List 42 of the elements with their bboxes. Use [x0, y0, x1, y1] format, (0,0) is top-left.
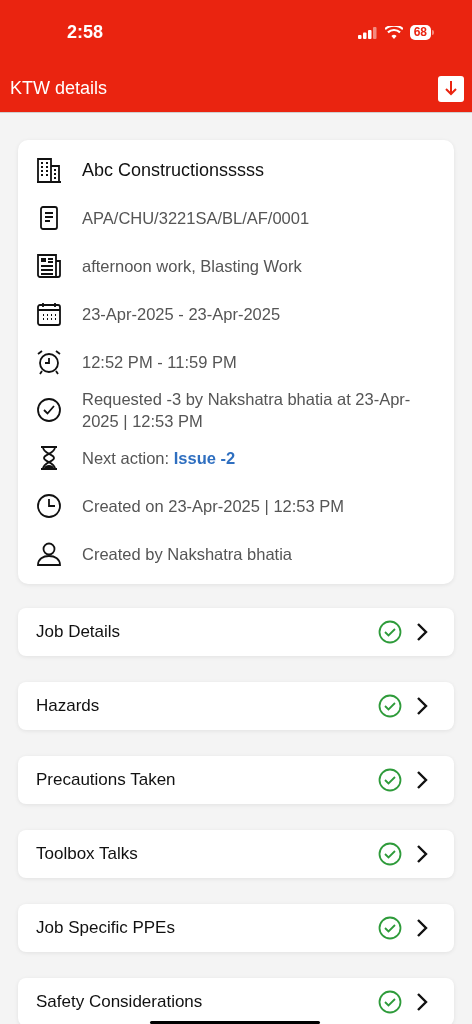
- chevron-right-icon: [416, 918, 428, 938]
- calendar-icon: [36, 301, 62, 327]
- alarm-clock-icon: [36, 349, 62, 375]
- section-row[interactable]: Hazards: [18, 682, 454, 730]
- section-label: Safety Considerations: [36, 991, 203, 1014]
- next-action-link[interactable]: Issue -2: [173, 449, 236, 467]
- download-icon: [444, 80, 458, 97]
- section-label: Job Specific PPEs: [36, 917, 175, 940]
- section-row[interactable]: Job Specific PPEs: [18, 904, 454, 952]
- detail-text: 12:52 PM - 11:59 PM: [82, 352, 237, 373]
- chevron-right-icon: [416, 844, 428, 864]
- detail-text: Next action: Issue -2: [82, 448, 236, 469]
- status-time: 2:58: [67, 21, 104, 44]
- section-label: Hazards: [36, 695, 100, 718]
- chevron-right-icon: [416, 696, 428, 716]
- check-circle-icon: [36, 397, 62, 423]
- section-row[interactable]: Toolbox Talks: [18, 830, 454, 878]
- detail-text: APA/CHU/3221SA/BL/AF/0001: [82, 208, 310, 229]
- section-label: Job Details: [36, 621, 121, 644]
- detail-text: Requested -3 by Nakshatra bhatia at 23-Apr-2025 | 12:53 PM: [82, 389, 412, 432]
- battery-icon: 68: [409, 25, 434, 40]
- section-label: Toolbox Talks: [36, 843, 138, 866]
- section-row[interactable]: Job Details: [18, 608, 454, 656]
- detail-text: afternoon work, Blasting Work: [82, 256, 302, 277]
- screen-title: KTW details: [10, 77, 108, 100]
- section-label: Precautions Taken: [36, 769, 176, 792]
- detail-text: Created on 23-Apr-2025 | 12:53 PM: [82, 496, 345, 517]
- wifi-icon: [384, 26, 403, 39]
- clock-icon: [36, 493, 62, 519]
- chevron-right-icon: [416, 992, 428, 1012]
- download-button[interactable]: [438, 75, 464, 102]
- company-name: Abc Constructionsssss: [82, 158, 265, 182]
- newspaper-icon: [36, 253, 62, 279]
- building-icon: [36, 157, 62, 183]
- person-icon: [36, 541, 62, 567]
- chevron-right-icon: [416, 770, 428, 790]
- detail-text: Created by Nakshatra bhatia: [82, 544, 293, 565]
- section-row[interactable]: Precautions Taken: [18, 756, 454, 804]
- chevron-right-icon: [416, 622, 428, 642]
- section-row[interactable]: Safety Considerations: [18, 978, 454, 1024]
- detail-text: 23-Apr-2025 - 23-Apr-2025: [82, 304, 281, 325]
- signal-icon: [357, 26, 378, 39]
